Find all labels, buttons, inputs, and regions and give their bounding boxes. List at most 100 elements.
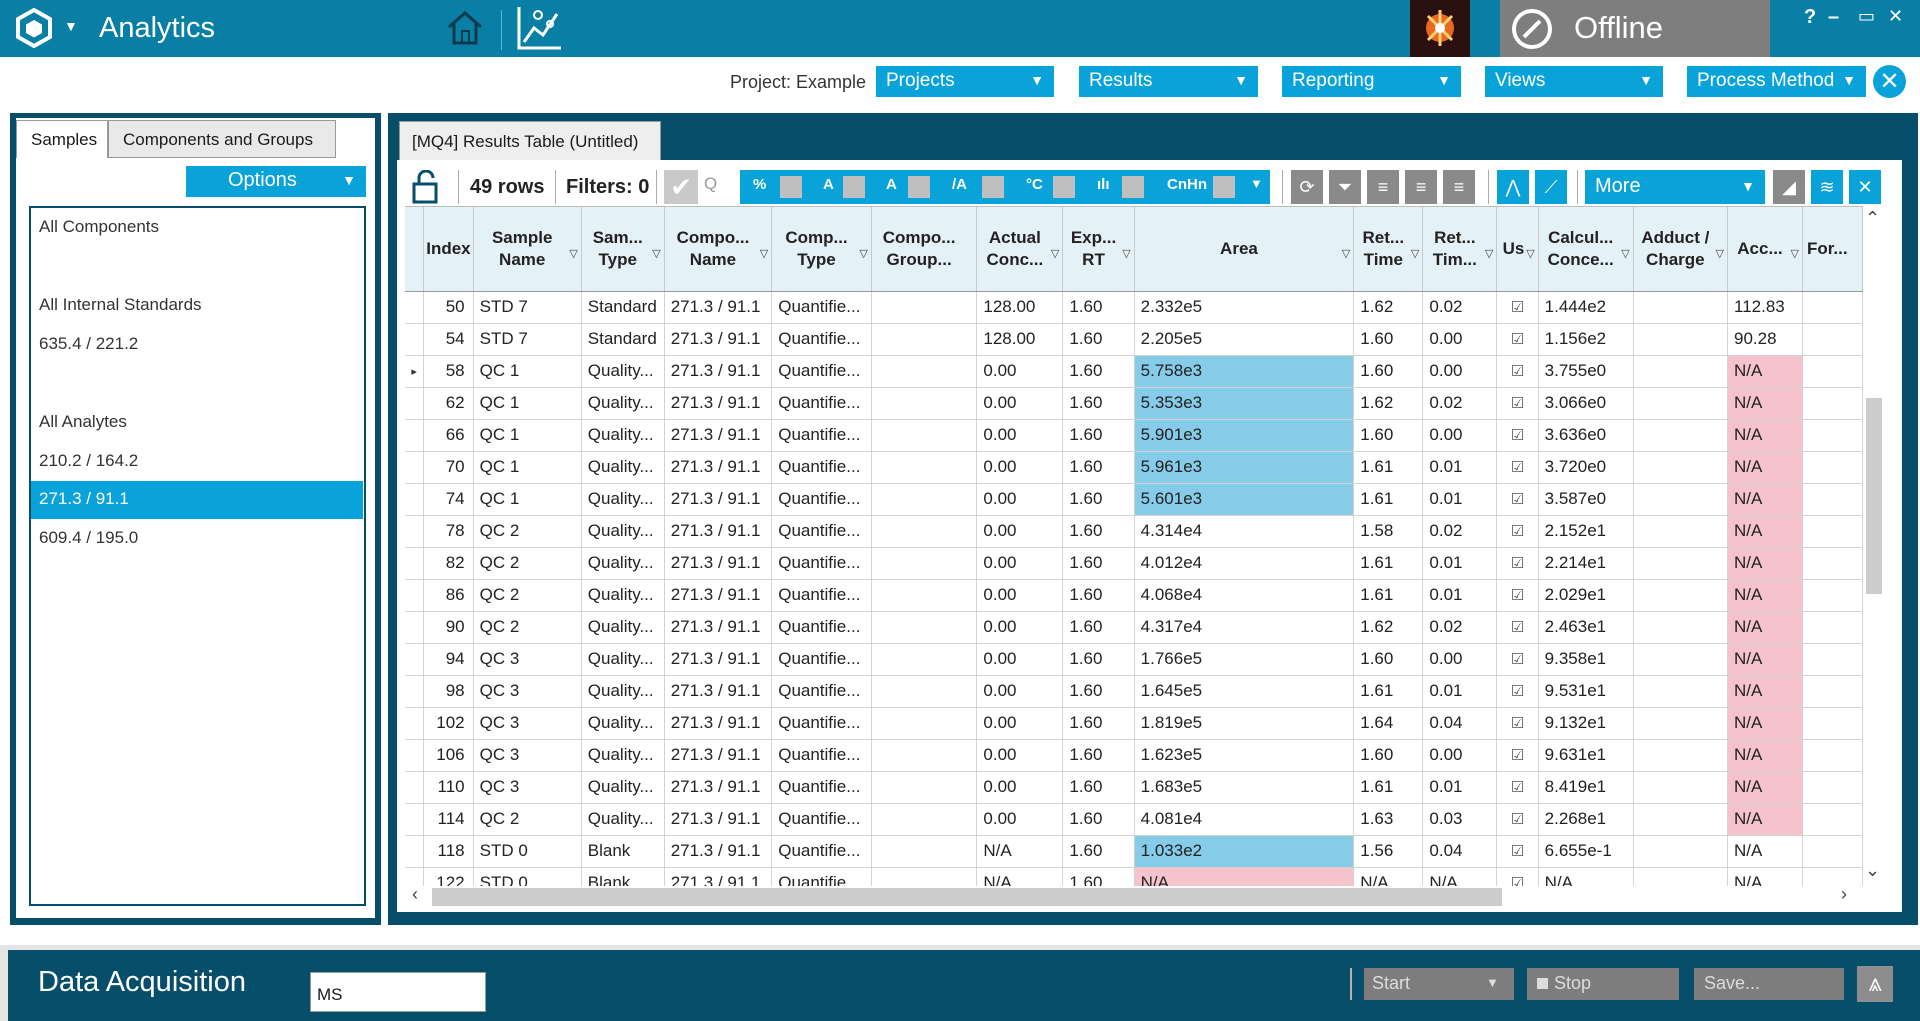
filter-icon[interactable]: ▽ [1122,243,1130,265]
cell-index[interactable]: 58 [423,355,474,388]
cell-formula[interactable] [1802,835,1863,868]
cell-component-name[interactable]: 271.3 / 91.1 [664,483,773,516]
cell-component-group[interactable] [871,387,978,420]
tab-components-and-groups[interactable]: Components and Groups [108,120,336,158]
cell-component-name[interactable]: 271.3 / 91.1 [664,643,773,676]
cell-use[interactable]: ☑ [1496,835,1539,868]
cell-expected-rt[interactable]: 1.60 [1062,291,1135,324]
table-row[interactable]: 54 STD 7 Standard 271.3 / 91.1 Quantifie... 1… [405,323,1863,356]
cell-component-type[interactable]: Quantifie... [771,291,872,324]
cell-adduct-charge[interactable] [1633,483,1729,516]
align-bottom-icon[interactable]: ≡ [1367,170,1399,204]
cell-retention-time[interactable]: 1.61 [1353,579,1424,612]
cell-calculated-concentration[interactable]: 3.066e0 [1538,387,1634,420]
cell-retention-time-delta[interactable]: 0.00 [1422,419,1498,452]
cell-component-group[interactable] [871,835,978,868]
list-item-609-4[interactable]: 609.4 / 195.0 [31,520,363,558]
cell-sample-type[interactable]: Quality... [581,611,665,644]
cell-adduct-charge[interactable] [1633,547,1729,580]
cell-sample-name[interactable]: QC 3 [473,707,582,740]
cell-accuracy[interactable]: N/A [1727,867,1803,886]
cell-adduct-charge[interactable] [1633,835,1729,868]
cell-expected-rt[interactable]: 1.60 [1062,643,1135,676]
cell-use[interactable]: ☑ [1496,803,1539,836]
cell-index[interactable]: 102 [423,707,474,740]
row-selector[interactable] [405,707,425,740]
table-row[interactable]: 110 QC 3 Quality... 271.3 / 91.1 Quantifie..… [405,771,1863,804]
cell-component-group[interactable] [871,355,978,388]
table-row[interactable]: 70 QC 1 Quality... 271.3 / 91.1 Quantifie...… [405,451,1863,484]
cell-adduct-charge[interactable] [1633,387,1729,420]
table-row[interactable]: 62 QC 1 Quality... 271.3 / 91.1 Quantifie...… [405,387,1863,420]
cell-component-name[interactable]: 271.3 / 91.1 [664,707,773,740]
cell-use[interactable]: ☑ [1496,611,1539,644]
cell-sample-name[interactable]: QC 2 [473,611,582,644]
cell-retention-time[interactable]: 1.61 [1353,483,1424,516]
cell-formula[interactable] [1802,419,1863,452]
cell-actual-concentration[interactable]: 0.00 [976,611,1064,644]
column-header-sample-name[interactable]: Sample Name ▽ [473,207,582,292]
list-item-210-2[interactable]: 210.2 / 164.2 [31,443,363,481]
table-row[interactable]: 66 QC 1 Quality... 271.3 / 91.1 Quantifie...… [405,419,1863,452]
more-dropdown[interactable]: More ▼ [1585,170,1765,204]
cell-sample-type[interactable]: Quality... [581,803,665,836]
cell-retention-time-delta[interactable]: 0.01 [1422,579,1498,612]
cell-component-name[interactable]: 271.3 / 91.1 [664,355,773,388]
cell-component-type[interactable]: Quantifie... [771,707,872,740]
cell-index[interactable]: 62 [423,387,474,420]
cell-accuracy[interactable]: 112.83 [1727,291,1803,324]
table-row[interactable]: ▸ 58 QC 1 Quality... 271.3 / 91.1 Quantifie..… [405,355,1863,388]
cell-index[interactable]: 50 [423,291,474,324]
area-alt-filter-toggle[interactable] [908,176,930,198]
column-header-actual-concentration[interactable]: Actual Conc... ▽ [976,207,1064,292]
cell-use[interactable]: ☑ [1496,771,1539,804]
cell-retention-time[interactable]: 1.63 [1353,803,1424,836]
cell-retention-time-delta[interactable]: 0.01 [1422,483,1498,516]
list-item-all-components[interactable]: All Components [31,209,363,247]
cell-index[interactable]: 122 [423,867,474,886]
cell-index[interactable]: 70 [423,451,474,484]
cell-component-name[interactable]: 271.3 / 91.1 [664,387,773,420]
cell-sample-type[interactable]: Quality... [581,771,665,804]
table-row[interactable]: 86 QC 2 Quality... 271.3 / 91.1 Quantifie...… [405,579,1863,612]
cell-adduct-charge[interactable] [1633,867,1729,886]
cell-retention-time-delta[interactable]: 0.01 [1422,771,1498,804]
filter-icon[interactable]: ▽ [760,243,768,265]
cell-component-type[interactable]: Quantifie... [771,323,872,356]
cell-component-group[interactable] [871,675,978,708]
cell-component-type[interactable]: Quantifie... [771,643,872,676]
cell-component-name[interactable]: 271.3 / 91.1 [664,867,773,886]
cell-actual-concentration[interactable]: 0.00 [976,707,1064,740]
filter-icon[interactable]: ▽ [1051,243,1059,265]
peak-icon[interactable]: ⋀ [1497,170,1529,204]
cell-sample-type[interactable]: Quality... [581,579,665,612]
cell-accuracy[interactable]: N/A [1727,579,1803,612]
cell-retention-time-delta[interactable]: 0.01 [1422,675,1498,708]
cell-area[interactable]: 2.332e5 [1134,291,1355,324]
row-selector[interactable] [405,483,425,516]
cell-actual-concentration[interactable]: N/A [976,835,1064,868]
cell-adduct-charge[interactable] [1633,643,1729,676]
cell-retention-time[interactable]: 1.61 [1353,451,1424,484]
close-table-icon[interactable]: ✕ [1849,170,1881,204]
cell-component-type[interactable]: Quantifie... [771,355,872,388]
column-header-component-type[interactable]: Comp... Type ▽ [771,207,872,292]
cell-component-name[interactable]: 271.3 / 91.1 [664,803,773,836]
close-workspace-icon[interactable]: ✕ [1873,65,1906,98]
cell-actual-concentration[interactable]: 128.00 [976,323,1064,356]
checkmark-icon[interactable]: ✔ [664,170,698,204]
cell-area[interactable]: 5.758e3 [1134,355,1355,388]
cell-component-type[interactable]: Quantifie... [771,387,872,420]
cell-formula[interactable] [1802,867,1863,886]
cell-component-name[interactable]: 271.3 / 91.1 [664,579,773,612]
table-row[interactable]: 98 QC 3 Quality... 271.3 / 91.1 Quantifie...… [405,675,1863,708]
cell-component-type[interactable]: Quantifie... [771,611,872,644]
cell-index[interactable]: 78 [423,515,474,548]
row-selector[interactable] [405,515,425,548]
filter-icon[interactable]: ▽ [652,243,660,265]
cell-accuracy[interactable]: N/A [1727,771,1803,804]
cell-area[interactable]: 2.205e5 [1134,323,1355,356]
cell-component-type[interactable]: Quantifie... [771,803,872,836]
cell-expected-rt[interactable]: 1.60 [1062,771,1135,804]
cell-sample-name[interactable]: QC 1 [473,355,582,388]
